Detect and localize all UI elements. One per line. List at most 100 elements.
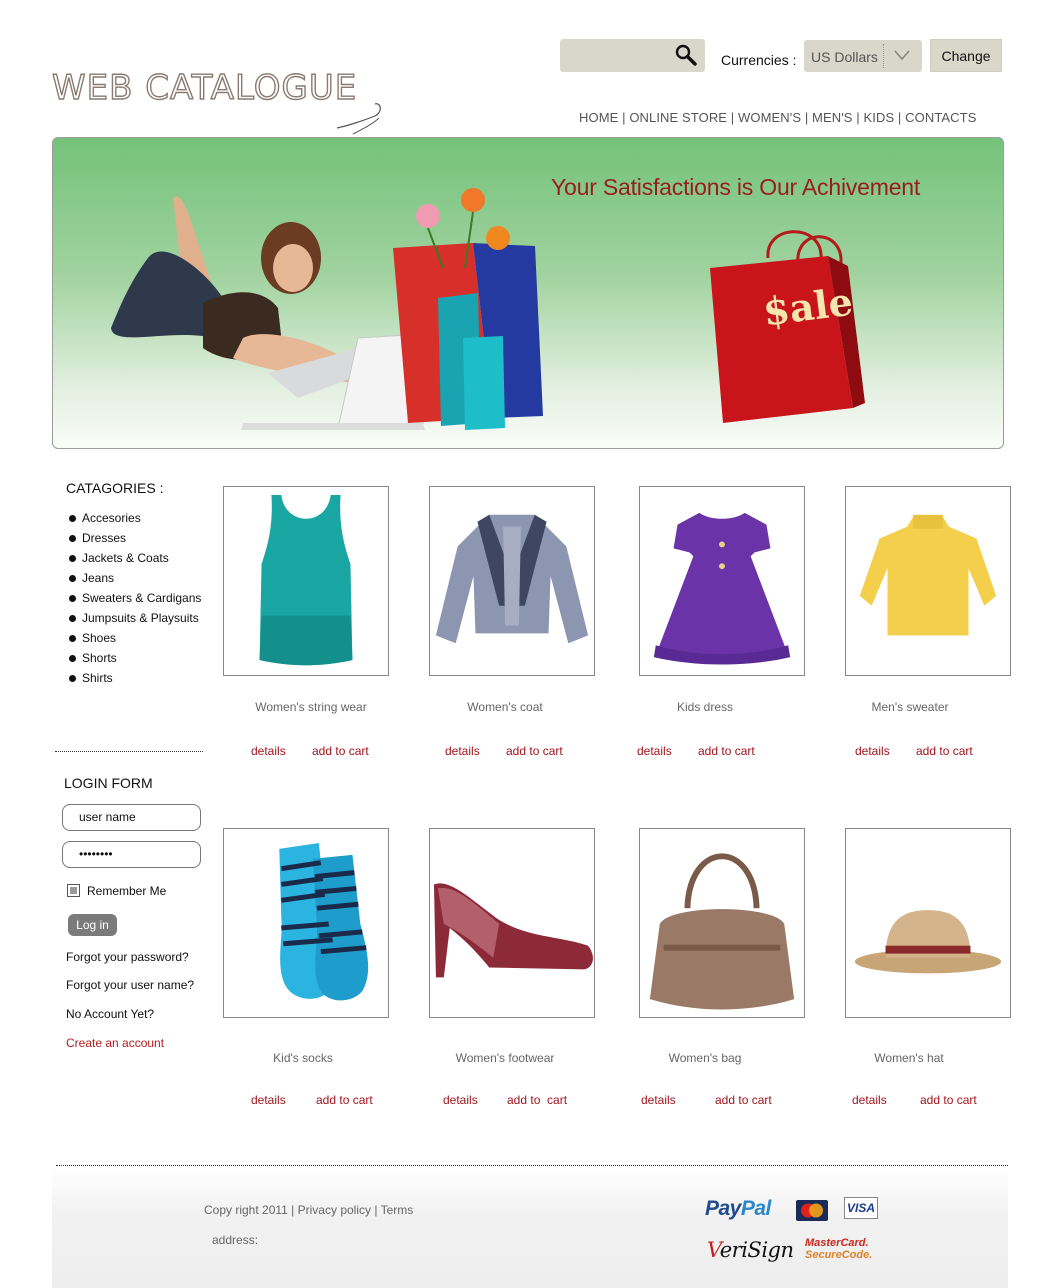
footer-separator: |	[287, 1203, 298, 1217]
add-to-cart-link[interactable]: add to cart	[698, 744, 755, 758]
footer-links: Copy right 2011 | Privacy policy | Terms	[204, 1203, 413, 1217]
nav-separator: |	[852, 110, 864, 125]
details-link[interactable]: details	[443, 1093, 478, 1107]
add-to-cart-link[interactable]: add to cart	[507, 1093, 567, 1107]
category-label: Jumpsuits & Playsuits	[82, 611, 199, 625]
bullet-icon	[69, 655, 76, 662]
add-to-cart-link[interactable]: add to cart	[916, 744, 973, 758]
nav-separator: |	[801, 110, 813, 125]
login-button[interactable]: Log in	[68, 914, 117, 936]
product-image[interactable]	[223, 486, 389, 676]
category-item[interactable]: Jeans	[68, 570, 201, 590]
username-field[interactable]: user name	[62, 804, 201, 831]
main-nav: HOME | ONLINE STORE | WOMEN'S | MEN'S | …	[579, 110, 976, 125]
details-link[interactable]: details	[852, 1093, 887, 1107]
nav-kids[interactable]: KIDS	[863, 110, 894, 125]
category-item[interactable]: Jumpsuits & Playsuits	[68, 610, 201, 630]
product-image[interactable]	[845, 486, 1011, 676]
socks-image	[279, 842, 369, 1001]
woman-with-laptop-image	[111, 196, 444, 430]
bullet-icon	[69, 515, 76, 522]
bullet-icon	[69, 575, 76, 582]
remember-me-label: Remember Me	[87, 884, 167, 898]
bullet-icon	[69, 595, 76, 602]
privacy-link[interactable]: Privacy policy	[298, 1203, 371, 1217]
product-name[interactable]: Women's coat	[405, 700, 605, 714]
forgot-password-link[interactable]: Forgot your password?	[66, 950, 189, 964]
nav-separator: |	[618, 110, 630, 125]
nav-home[interactable]: HOME	[579, 110, 618, 125]
category-item[interactable]: Dresses	[68, 530, 201, 550]
add-to-cart-link[interactable]: add to cart	[715, 1093, 772, 1107]
add-to-cart-link[interactable]: add to cart	[506, 744, 563, 758]
category-label: Shirts	[82, 671, 113, 685]
product-name[interactable]: Women's footwear	[405, 1051, 605, 1065]
footer-divider	[56, 1165, 1008, 1166]
product-image[interactable]	[639, 828, 805, 1018]
details-link[interactable]: details	[445, 744, 480, 758]
copyright-text: Copy right 2011	[204, 1203, 288, 1217]
search-box[interactable]	[560, 39, 705, 72]
site-logo[interactable]: WEB CATALOGUE	[51, 67, 357, 108]
shopping-bags-image	[393, 188, 543, 430]
product-name[interactable]: Kids dress	[605, 700, 805, 714]
nav-womens[interactable]: WOMEN'S	[738, 110, 801, 125]
create-account-link[interactable]: Create an account	[66, 1036, 164, 1050]
category-list: Accesories Dresses Jackets & Coats Jeans…	[68, 510, 201, 690]
product-name[interactable]: Kid's socks	[203, 1051, 403, 1065]
add-to-cart-link[interactable]: add to cart	[920, 1093, 977, 1107]
product-name[interactable]: Women's bag	[605, 1051, 805, 1065]
sweater-image	[859, 514, 997, 636]
nav-mens[interactable]: MEN'S	[812, 110, 853, 125]
product-name[interactable]: Women's hat	[809, 1051, 1009, 1065]
bullet-icon	[69, 535, 76, 542]
category-item[interactable]: Shirts	[68, 670, 201, 690]
add-to-cart-link[interactable]: add to cart	[316, 1093, 373, 1107]
category-label: Sweaters & Cardigans	[82, 591, 202, 605]
nav-separator: |	[727, 110, 738, 125]
category-item[interactable]: Shorts	[68, 650, 201, 670]
bullet-icon	[69, 635, 76, 642]
category-label: Shoes	[82, 631, 117, 645]
details-link[interactable]: details	[641, 1093, 676, 1107]
password-field[interactable]: ••••••••	[62, 841, 201, 868]
product-image[interactable]	[429, 828, 595, 1018]
bullet-icon	[69, 615, 76, 622]
product-image[interactable]	[639, 486, 805, 676]
add-to-cart-link[interactable]: add to cart	[312, 744, 369, 758]
category-label: Dresses	[82, 531, 127, 545]
nav-online-store[interactable]: ONLINE STORE	[629, 110, 727, 125]
forgot-username-link[interactable]: Forgot your user name?	[66, 978, 194, 992]
product-name[interactable]: Men's sweater	[810, 700, 1010, 714]
product-image[interactable]	[429, 486, 595, 676]
details-link[interactable]: details	[855, 744, 890, 758]
footer	[52, 1168, 1008, 1288]
product-name[interactable]: Women's string wear	[211, 700, 411, 714]
currency-select[interactable]: US Dollars	[804, 40, 922, 72]
category-item[interactable]: Jackets & Coats	[68, 550, 201, 570]
category-item[interactable]: Accesories	[68, 510, 201, 530]
product-image[interactable]	[845, 828, 1011, 1018]
product-image[interactable]	[223, 828, 389, 1018]
category-label: Shorts	[82, 651, 117, 665]
currency-divider	[883, 44, 884, 68]
mastercard-securecode-logo: MasterCard. SecureCode.	[805, 1237, 873, 1261]
details-link[interactable]: details	[251, 744, 286, 758]
nav-contacts[interactable]: CONTACTS	[905, 110, 976, 125]
category-item[interactable]: Sweaters & Cardigans	[68, 590, 201, 610]
category-label: Jeans	[82, 571, 115, 585]
categories-title: CATAGORIES :	[66, 480, 164, 496]
category-item[interactable]: Shoes	[68, 630, 201, 650]
currency-value: US Dollars	[811, 49, 878, 65]
details-link[interactable]: details	[637, 744, 672, 758]
remember-me-checkbox[interactable]	[67, 884, 80, 897]
hanger-hook-icon	[336, 103, 381, 135]
change-currency-button[interactable]: Change	[930, 39, 1002, 72]
chevron-down-icon[interactable]	[893, 48, 911, 62]
category-label: Accesories	[82, 511, 141, 525]
coat-image	[435, 514, 589, 644]
search-icon[interactable]	[675, 44, 697, 66]
details-link[interactable]: details	[251, 1093, 286, 1107]
remember-me: Remember Me	[67, 884, 166, 898]
terms-link[interactable]: Terms	[381, 1203, 414, 1217]
